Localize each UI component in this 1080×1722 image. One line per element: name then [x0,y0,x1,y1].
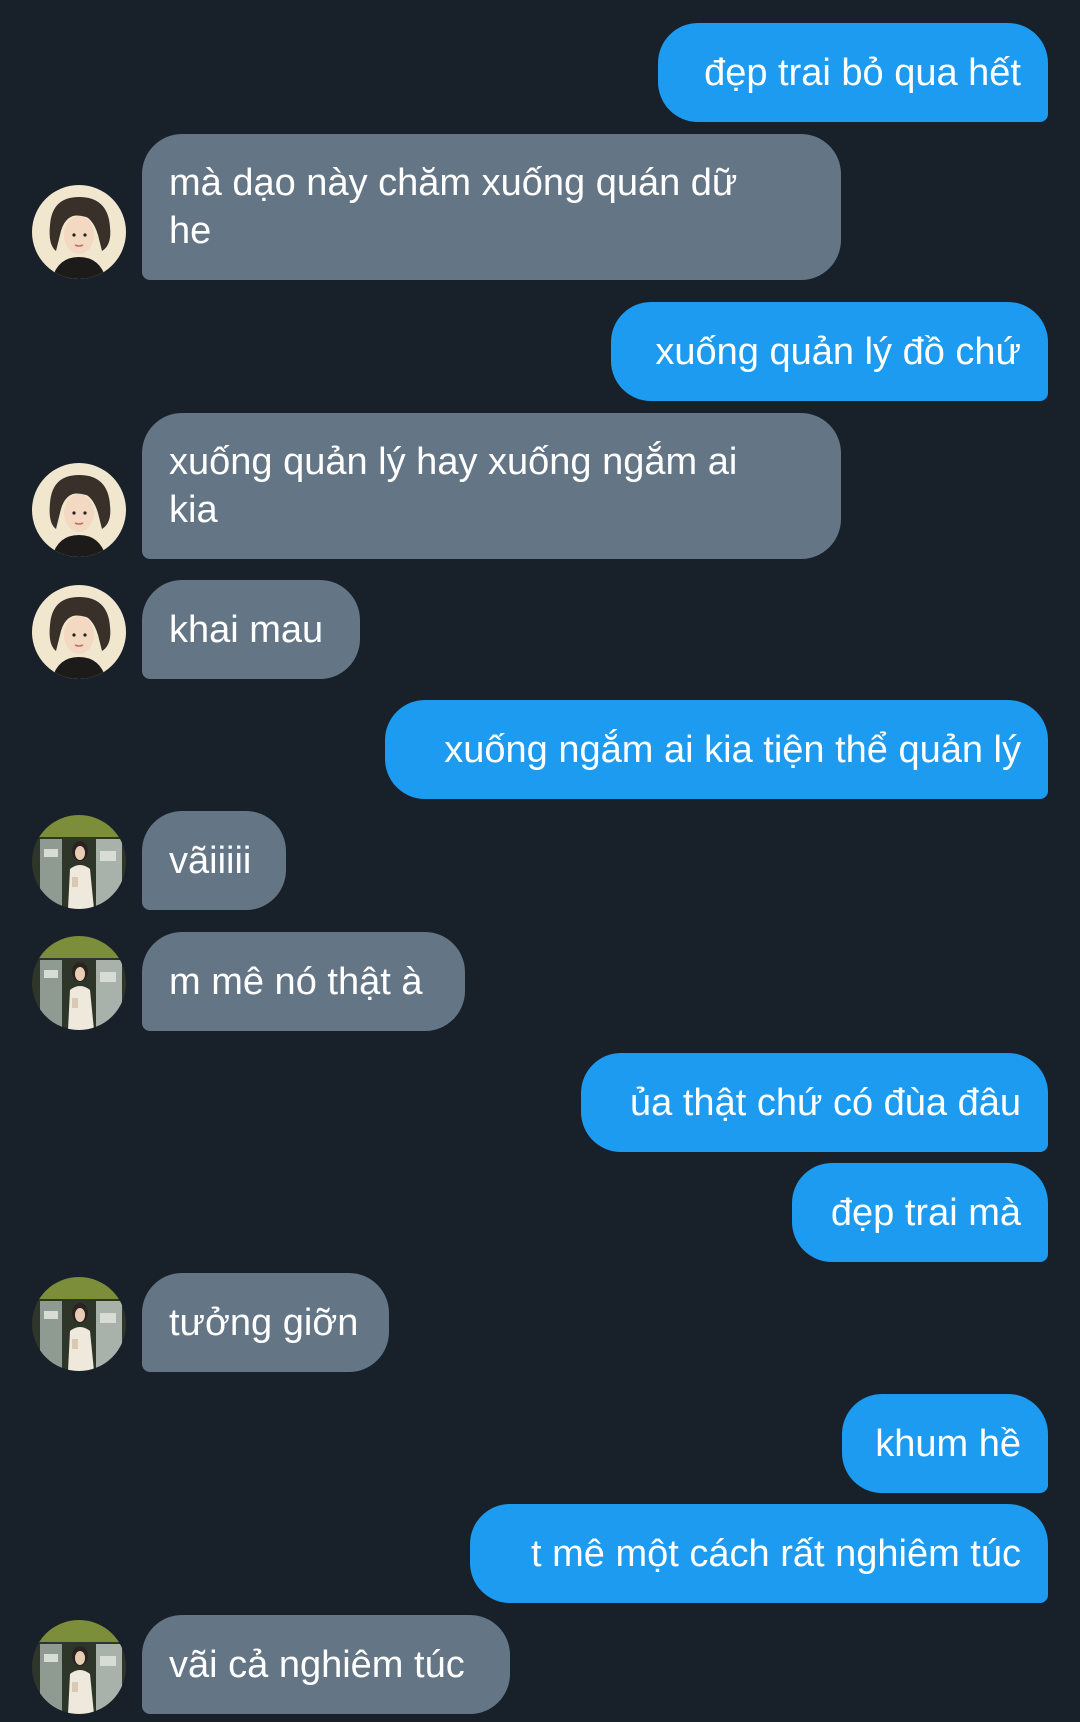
avatar-portrait-icon [32,185,126,279]
message-bubble-outgoing[interactable]: xuống quản lý đồ chứ [611,302,1048,401]
avatar-portrait-icon [32,585,126,679]
message-text: đẹp trai mà [830,1191,1021,1234]
message-bubble-incoming[interactable]: khai mau [142,580,360,679]
message-bubble-outgoing[interactable]: đẹp trai bỏ qua hết [658,23,1048,122]
message-text: ủa thật chứ có đùa đâu [630,1081,1021,1124]
message-bubble-incoming[interactable]: vãi cả nghiêm túc [142,1615,510,1714]
avatar[interactable] [32,185,126,279]
avatar[interactable] [32,1277,126,1371]
message-bubble-outgoing[interactable]: khum hề [842,1394,1048,1493]
message-bubble-outgoing[interactable]: xuống ngắm ai kia tiện thể quản lý [385,700,1048,799]
message-text: xuống ngắm ai kia tiện thể quản lý [444,728,1021,771]
avatar[interactable] [32,815,126,909]
message-text: xuống quản lý đồ chứ [655,330,1021,373]
message-bubble-incoming[interactable]: xuống quản lý hay xuống ngắm ai kia [142,413,841,559]
avatar-photo-icon [32,1620,126,1714]
avatar[interactable] [32,585,126,679]
message-text: khum hề [875,1422,1021,1465]
message-text: khai mau [169,608,324,651]
message-bubble-incoming[interactable]: vãiiiii [142,811,286,910]
avatar[interactable] [32,1620,126,1714]
message-text: xuống quản lý hay xuống ngắm ai kia [169,441,738,531]
avatar-portrait-icon [32,463,126,557]
message-bubble-outgoing[interactable]: ủa thật chứ có đùa đâu [581,1053,1048,1152]
message-text: vãi cả nghiêm túc [169,1643,465,1686]
message-bubble-incoming[interactable]: tưởng giỡn [142,1273,389,1372]
message-bubble-incoming[interactable]: mà dạo này chăm xuống quán dữ he [142,134,841,280]
avatar-photo-icon [32,1277,126,1371]
message-text: vãiiiii [169,839,252,882]
avatar[interactable] [32,463,126,557]
message-bubble-incoming[interactable]: m mê nó thật à [142,932,465,1031]
avatar-photo-icon [32,936,126,1030]
message-text: m mê nó thật à [169,960,423,1003]
message-text: mà dạo này chăm xuống quán dữ he [169,162,738,252]
message-text: t mê một cách rất nghiêm túc [531,1532,1021,1575]
message-text: tưởng giỡn [169,1301,359,1344]
message-text: đẹp trai bỏ qua hết [704,51,1021,94]
avatar[interactable] [32,936,126,1030]
message-bubble-outgoing[interactable]: đẹp trai mà [792,1163,1048,1262]
chat-thread: đẹp trai bỏ qua hết mà dạo này chăm xuốn… [0,0,1080,1722]
avatar-photo-icon [32,815,126,909]
message-bubble-outgoing[interactable]: t mê một cách rất nghiêm túc [470,1504,1048,1603]
